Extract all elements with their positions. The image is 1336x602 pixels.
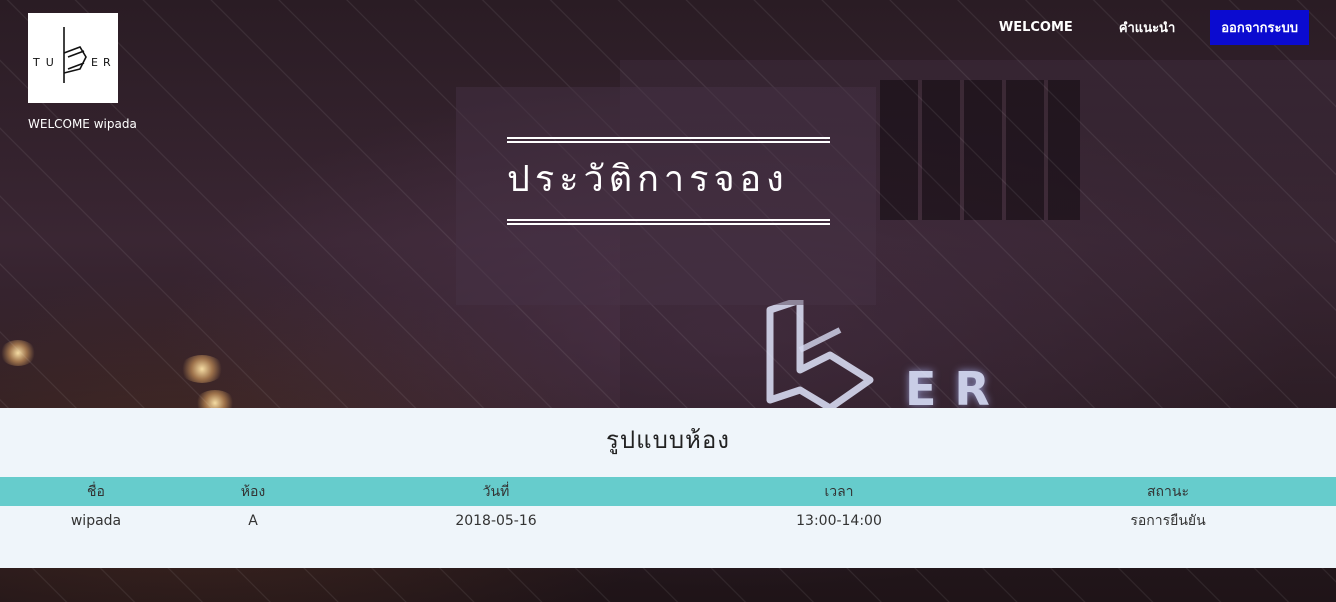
tuber-logo-icon: TU ER (32, 27, 116, 83)
header-time: เวลา (678, 477, 1000, 506)
header-room: ห้อง (192, 477, 314, 506)
cell-name: wipada (70, 512, 122, 529)
welcome-user-text: WELCOME wipada (28, 117, 137, 131)
nav-welcome-link[interactable]: WELCOME (976, 13, 1096, 42)
section-title: รูปแบบห้อง (605, 426, 730, 454)
logo-text-er: ER (91, 56, 116, 69)
title-top-rule (507, 137, 830, 143)
site-logo[interactable]: TU ER (28, 13, 118, 103)
nav-guide-link[interactable]: คำแนะนำ (1096, 10, 1198, 45)
logout-button[interactable]: ออกจากระบบ (1210, 10, 1309, 45)
header-status: สถานะ (1000, 477, 1336, 506)
cell-room: A (248, 512, 258, 529)
booking-table: ชื่อ ห้อง วันที่ เวลา สถานะ wipada A 201… (0, 477, 1336, 535)
cell-status: รอการยืนยัน (1130, 512, 1206, 529)
table-header-row: ชื่อ ห้อง วันที่ เวลา สถานะ (0, 477, 1336, 506)
cell-date: 2018-05-16 (455, 512, 537, 529)
header-date: วันที่ (314, 477, 678, 506)
title-bottom-rule (507, 219, 830, 225)
cell-time: 13:00-14:00 (796, 512, 882, 529)
logo-text-tu: TU (32, 56, 60, 69)
table-row: wipada A 2018-05-16 13:00-14:00 รอการยืน… (0, 506, 1336, 535)
page-title: ประวัติการจอง (507, 159, 789, 200)
top-navigation: WELCOME คำแนะนำ ออกจากระบบ (976, 10, 1309, 45)
booking-history-section: รูปแบบห้อง ชื่อ ห้อง วันที่ เวลา สถานะ w… (0, 408, 1336, 568)
header-name: ชื่อ (0, 477, 192, 506)
title-frame: ประวัติการจอง (507, 137, 830, 225)
